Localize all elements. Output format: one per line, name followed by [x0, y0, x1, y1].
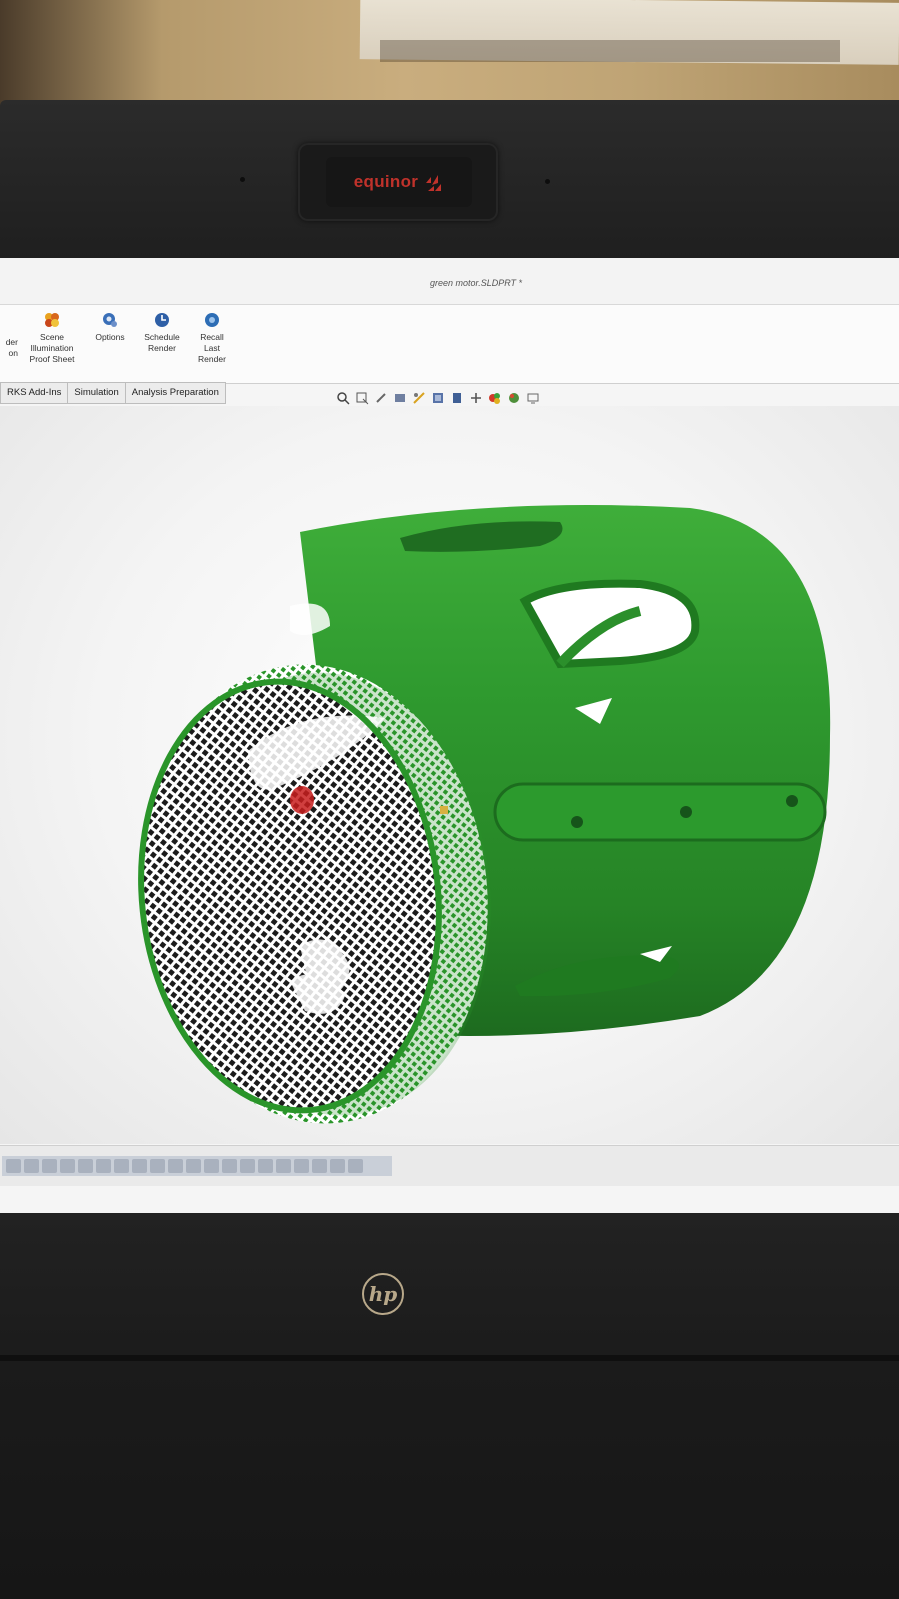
hp-logo-text: hp	[368, 1282, 398, 1306]
options-gear-icon	[103, 313, 117, 327]
previous-view-icon[interactable]	[374, 391, 388, 405]
bracket-hole	[680, 806, 692, 818]
hide-show-items-icon[interactable]	[469, 391, 483, 405]
toolbar-icon[interactable]	[24, 1159, 39, 1173]
tab-simulation[interactable]: Simulation	[67, 382, 126, 404]
title-bar: green motor.SLDPRT *	[0, 258, 899, 305]
toolbar-icon[interactable]	[60, 1159, 75, 1173]
toolbar-icon[interactable]	[240, 1159, 255, 1173]
window-title: green motor.SLDPRT *	[430, 278, 523, 288]
apply-scene-icon[interactable]	[507, 391, 521, 405]
tab-analysis-preparation[interactable]: Analysis Preparation	[124, 382, 226, 404]
toolbar-icon[interactable]	[222, 1159, 237, 1173]
toolbar-icon[interactable]	[168, 1159, 183, 1173]
scene-illumination-proof-sheet-button[interactable]: Scene Illumination Proof Sheet	[20, 311, 84, 365]
paper-shadow	[380, 40, 840, 62]
section-view-icon[interactable]	[393, 391, 407, 405]
heads-up-view-toolbar	[336, 391, 540, 405]
toolbar-icon[interactable]	[204, 1159, 219, 1173]
toolbar-icon[interactable]	[114, 1159, 129, 1173]
toolbar-icon[interactable]	[150, 1159, 165, 1173]
toolbar-icon[interactable]	[294, 1159, 309, 1173]
mic-hole	[240, 177, 245, 182]
green-motor-model	[138, 505, 831, 1124]
toolbar-icon[interactable]	[330, 1159, 345, 1173]
toolbar-icon[interactable]	[312, 1159, 327, 1173]
render-tools-ribbon: der on Scene Illumination Proof Sheet Op…	[0, 305, 899, 384]
schedule-render-button[interactable]: Schedule Render	[138, 311, 186, 354]
hp-logo: hp	[362, 1273, 404, 1315]
webcam-cover-logo: equinor	[326, 157, 472, 207]
view-settings-icon[interactable]	[526, 391, 540, 405]
options-button[interactable]: Options	[88, 311, 132, 343]
toolbar-icon[interactable]	[78, 1159, 93, 1173]
mic-hole	[545, 179, 550, 184]
bottom-status-bar	[0, 1145, 899, 1186]
toolbar-icon[interactable]	[132, 1159, 147, 1173]
small-marker	[440, 806, 448, 814]
dynamic-annotation-icon[interactable]	[412, 391, 426, 405]
zoom-to-fit-icon[interactable]	[336, 391, 350, 405]
webcam-cover: equinor	[298, 143, 498, 221]
scene-illumination-icon	[45, 313, 59, 327]
toolbar-icon[interactable]	[6, 1159, 21, 1173]
recall-render-icon	[205, 313, 219, 327]
tab-addins[interactable]: RKS Add-Ins	[0, 382, 69, 404]
laptop-screen: green motor.SLDPRT * der on Scene Illumi…	[0, 258, 899, 1213]
toolbar-icon[interactable]	[96, 1159, 111, 1173]
task-pane-strip	[2, 1156, 392, 1176]
edit-appearance-icon[interactable]	[488, 391, 502, 405]
schedule-render-icon	[155, 313, 169, 327]
recall-last-render-button[interactable]: Recall Last Render	[192, 311, 232, 365]
zoom-to-area-icon[interactable]	[355, 391, 369, 405]
command-manager-tabs: RKS Add-Ins Simulation Analysis Preparat…	[0, 382, 226, 404]
mounting-bracket	[493, 782, 827, 842]
equinor-star-icon	[426, 175, 442, 191]
laptop-hinge	[0, 1355, 899, 1361]
equinor-logo-text: equinor	[353, 172, 419, 191]
toolbar-icon[interactable]	[42, 1159, 57, 1173]
toolbar-icon[interactable]	[276, 1159, 291, 1173]
bracket-hole	[786, 795, 798, 807]
graphics-area[interactable]	[0, 406, 899, 1144]
toolbar-icon[interactable]	[186, 1159, 201, 1173]
display-style-icon[interactable]	[450, 391, 464, 405]
laptop-bottom-bezel	[0, 1213, 899, 1599]
toolbar-icon[interactable]	[258, 1159, 273, 1173]
view-orientation-icon[interactable]	[431, 391, 445, 405]
ribbon-button-partial[interactable]: der on	[0, 337, 18, 359]
toolbar-icon[interactable]	[348, 1159, 363, 1173]
bracket-hole	[571, 816, 583, 828]
